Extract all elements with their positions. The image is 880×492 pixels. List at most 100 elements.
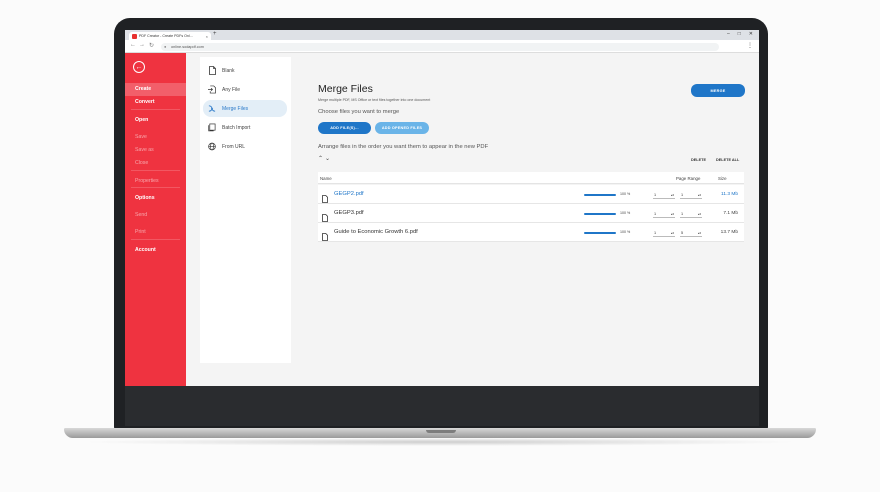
progress-percent: 100 %	[620, 211, 631, 215]
panel-item-label: Any File	[222, 86, 241, 93]
sidebar-item-open[interactable]: Open	[125, 114, 186, 127]
sidebar-item-save-as[interactable]: Save as	[125, 144, 186, 157]
progress-percent: 100 %	[620, 230, 631, 234]
sidebar-divider	[131, 170, 180, 171]
create-options-panel: Blank Any File Merge Files Batch Import …	[200, 57, 291, 363]
page-title: Merge Files	[318, 83, 373, 95]
sidebar-item-send[interactable]: Send	[125, 209, 186, 222]
column-size: Size	[718, 175, 727, 181]
address-bar: ← → ↻ ● online.sodapdf.com ⋮	[125, 40, 759, 53]
minimize-icon[interactable]: –	[727, 31, 730, 37]
app-sidebar: ← Create Convert Open Save Save as Close Prope…	[125, 53, 186, 386]
stepper-arrows-icon: ▴▾	[697, 192, 701, 197]
import-file-icon	[208, 85, 216, 94]
file-size: 11.3 Mb	[721, 191, 738, 197]
add-opened-files-button[interactable]: ADD OPENED FILES	[375, 122, 429, 134]
browser-tab[interactable]: PDF Creator - Create PDFs Onl... ×	[129, 32, 211, 40]
maximize-icon[interactable]: □	[738, 31, 741, 37]
panel-item-any-file[interactable]: Any File	[203, 81, 287, 98]
window-controls: – □ ✕	[727, 31, 753, 37]
forward-arrow-icon[interactable]: →	[139, 42, 145, 48]
file-size: 7.1 Mb	[723, 210, 738, 216]
sidebar-item-convert[interactable]: Convert	[125, 96, 186, 109]
file-row[interactable]: GEGP2.pdf 100 % 1 ▴▾ 1 ▴▾ 11.3 Mb	[318, 185, 744, 204]
window-close-icon[interactable]: ✕	[749, 31, 753, 37]
progress-bar	[584, 212, 616, 215]
progress-bar	[584, 193, 616, 196]
url-input[interactable]: ● online.sodapdf.com	[161, 42, 719, 51]
panel-item-label: Blank	[222, 67, 235, 74]
laptop-notch	[426, 430, 456, 433]
sidebar-divider	[131, 109, 180, 110]
panel-item-blank[interactable]: Blank	[203, 62, 287, 79]
progress-bar	[584, 231, 616, 234]
page-subtitle: Merge multiple PDF, MS Office or text fi…	[318, 98, 431, 102]
lock-icon: ●	[164, 43, 167, 49]
sidebar-divider	[131, 187, 180, 188]
panel-item-label: From URL	[222, 143, 246, 150]
sidebar-item-close[interactable]: Close	[125, 157, 186, 170]
merge-icon	[208, 104, 216, 113]
stepper-arrows-icon: ▴▾	[697, 211, 701, 216]
panel-item-batch-import[interactable]: Batch Import	[203, 119, 287, 136]
file-name[interactable]: Guide to Economic Growth 6.pdf	[334, 229, 418, 235]
file-name[interactable]: GEGP3.pdf	[334, 210, 364, 216]
panel-item-from-url[interactable]: From URL	[203, 138, 287, 155]
page-from-value: 1	[654, 230, 657, 235]
favicon-icon	[132, 33, 137, 39]
page-from-select[interactable]: 1 ▴▾	[653, 229, 675, 237]
document-icon	[322, 228, 328, 241]
stepper-arrows-icon: ▴▾	[670, 230, 674, 235]
file-name[interactable]: GEGP2.pdf	[334, 191, 364, 197]
batch-import-icon	[208, 123, 216, 132]
page-from-select[interactable]: 1 ▴▾	[653, 210, 675, 218]
sidebar-item-options[interactable]: Options	[125, 192, 186, 205]
arrange-instructions: Arrange files in the order you want them…	[318, 144, 489, 150]
page-to-value: 5	[681, 230, 684, 235]
page-to-value: 1	[681, 192, 684, 197]
merge-button[interactable]: MERGE	[691, 84, 745, 97]
laptop-bezel	[125, 386, 759, 426]
sidebar-item-save[interactable]: Save	[125, 131, 186, 144]
page-to-value: 1	[681, 211, 684, 216]
browser-tab-bar: PDF Creator - Create PDFs Onl... × + – □…	[125, 30, 759, 40]
progress-percent: 100 %	[620, 192, 631, 196]
page-to-select[interactable]: 5 ▴▾	[680, 229, 702, 237]
stepper-arrows-icon: ▴▾	[697, 230, 701, 235]
document-icon	[322, 190, 328, 203]
file-size: 13.7 Mb	[720, 229, 738, 235]
reload-icon[interactable]: ↻	[149, 42, 154, 49]
sidebar-item-print[interactable]: Print	[125, 226, 186, 239]
new-tab-icon[interactable]: +	[213, 31, 217, 37]
file-row[interactable]: Guide to Economic Growth 6.pdf 100 % 1 ▴▾ 5 ▴…	[318, 223, 744, 242]
back-circle-icon[interactable]: ←	[133, 61, 145, 73]
tab-close-icon[interactable]: ×	[206, 34, 208, 39]
move-down-icon[interactable]: ⌄	[325, 156, 332, 162]
page-to-select[interactable]: 1 ▴▾	[680, 191, 702, 199]
choose-files-label: Choose files you want to merge	[318, 109, 400, 115]
delete-button[interactable]: DELETE	[691, 158, 706, 162]
sidebar-item-account[interactable]: Account	[125, 244, 186, 257]
panel-item-merge-files[interactable]: Merge Files	[203, 100, 287, 117]
sidebar-item-create[interactable]: Create	[125, 83, 186, 96]
page-from-select[interactable]: 1 ▴▾	[653, 191, 675, 199]
globe-icon	[208, 142, 216, 151]
screen: PDF Creator - Create PDFs Onl... × + – □…	[125, 30, 759, 386]
delete-all-button[interactable]: DELETE ALL	[716, 158, 739, 162]
file-table-header: Name Page Range Size	[318, 172, 744, 184]
back-arrow-icon[interactable]: ←	[130, 42, 136, 48]
column-name: Name	[320, 175, 332, 181]
laptop-shadow	[80, 438, 800, 446]
page-to-select[interactable]: 1 ▴▾	[680, 210, 702, 218]
url-text: online.sodapdf.com	[171, 44, 204, 49]
panel-item-label: Batch Import	[222, 124, 251, 131]
browser-menu-icon[interactable]: ⋮	[747, 42, 753, 49]
sidebar-divider	[131, 239, 180, 240]
page-from-value: 1	[654, 192, 657, 197]
file-row[interactable]: GEGP3.pdf 100 % 1 ▴▾ 1 ▴▾ 7.1 Mb	[318, 204, 744, 223]
move-up-icon[interactable]: ⌃	[318, 156, 325, 162]
document-icon	[322, 209, 328, 222]
stepper-arrows-icon: ▴▾	[670, 211, 674, 216]
add-files-button[interactable]: ADD FILE(S)...	[318, 122, 371, 134]
column-page-range: Page Range	[676, 175, 701, 181]
